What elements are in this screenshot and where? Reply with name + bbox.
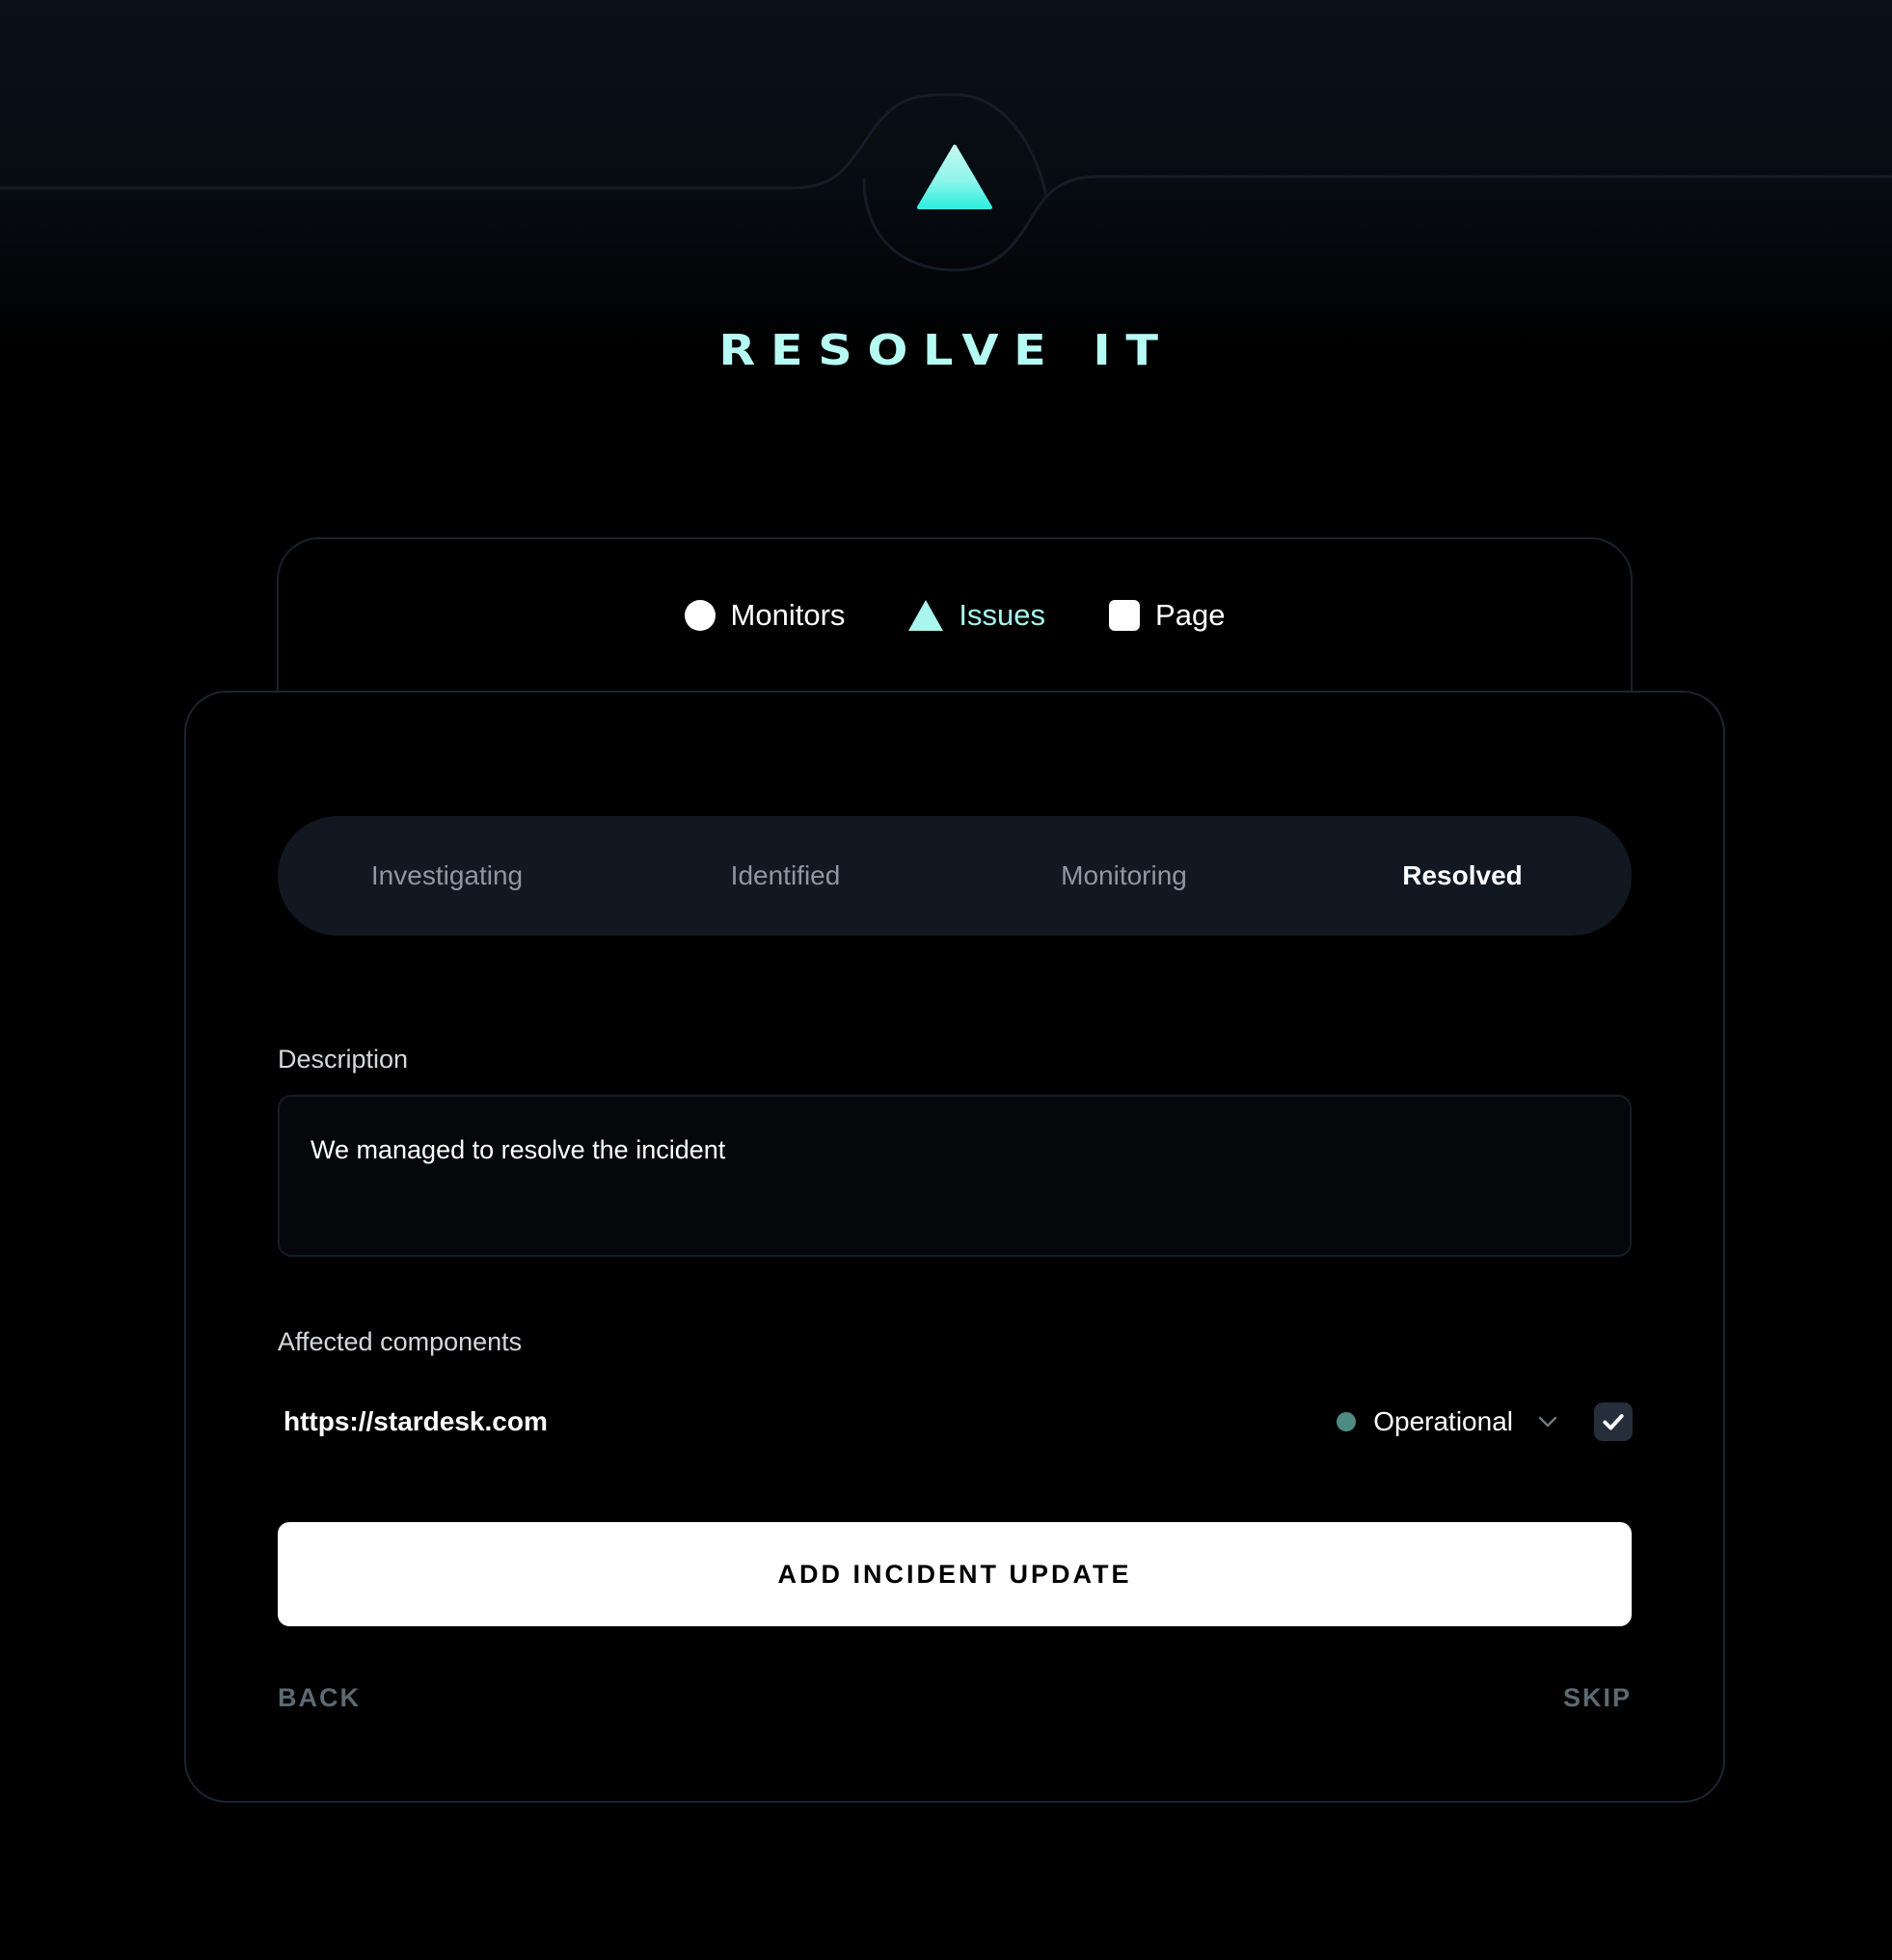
nav-item-label: Issues bbox=[959, 598, 1046, 632]
skip-button[interactable]: SKIP bbox=[1563, 1683, 1632, 1713]
product-nav: Monitors Issues Page bbox=[279, 597, 1631, 634]
tab-resolved[interactable]: Resolved bbox=[1293, 816, 1632, 936]
connector-line-left bbox=[0, 93, 1048, 199]
component-status-select[interactable]: Operational bbox=[1337, 1401, 1559, 1443]
triangle-icon bbox=[917, 145, 992, 209]
affected-components-label: Affected components bbox=[278, 1327, 523, 1356]
tab-monitoring[interactable]: Monitoring bbox=[955, 816, 1293, 936]
nav-item-label: Page bbox=[1155, 598, 1226, 632]
status-dot-icon bbox=[1337, 1412, 1357, 1431]
check-icon bbox=[1603, 1414, 1624, 1430]
page-title: RESOLVE IT bbox=[718, 326, 1174, 375]
nav-item-page[interactable]: Page bbox=[1109, 598, 1225, 633]
back-button[interactable]: BACK bbox=[278, 1683, 361, 1713]
tab-investigating[interactable]: Investigating bbox=[278, 816, 616, 936]
description-label: Description bbox=[278, 1045, 409, 1074]
component-checkbox[interactable] bbox=[1594, 1402, 1633, 1441]
circle-icon bbox=[684, 600, 716, 631]
chevron-down-icon bbox=[1538, 1416, 1557, 1428]
tab-identified[interactable]: Identified bbox=[616, 816, 955, 936]
square-icon bbox=[1109, 600, 1141, 631]
nav-item-label: Monitors bbox=[730, 598, 846, 632]
incident-update-card: Investigating Identified Monitoring Reso… bbox=[184, 691, 1725, 1803]
status-tabs: Investigating Identified Monitoring Reso… bbox=[278, 816, 1632, 936]
description-input[interactable]: We managed to resolve the incident bbox=[278, 1095, 1632, 1257]
connector-line-right bbox=[862, 175, 1892, 272]
nav-item-monitors[interactable]: Monitors bbox=[684, 598, 846, 633]
triangle-icon bbox=[908, 600, 944, 631]
nav-item-issues[interactable]: Issues bbox=[908, 598, 1045, 633]
component-row: https://stardesk.com Operational bbox=[278, 1401, 1633, 1443]
component-url: https://stardesk.com bbox=[284, 1406, 548, 1436]
add-incident-update-button[interactable]: ADD INCIDENT UPDATE bbox=[278, 1522, 1632, 1626]
hero-decoration bbox=[0, 93, 1892, 272]
status-value: Operational bbox=[1373, 1406, 1513, 1436]
